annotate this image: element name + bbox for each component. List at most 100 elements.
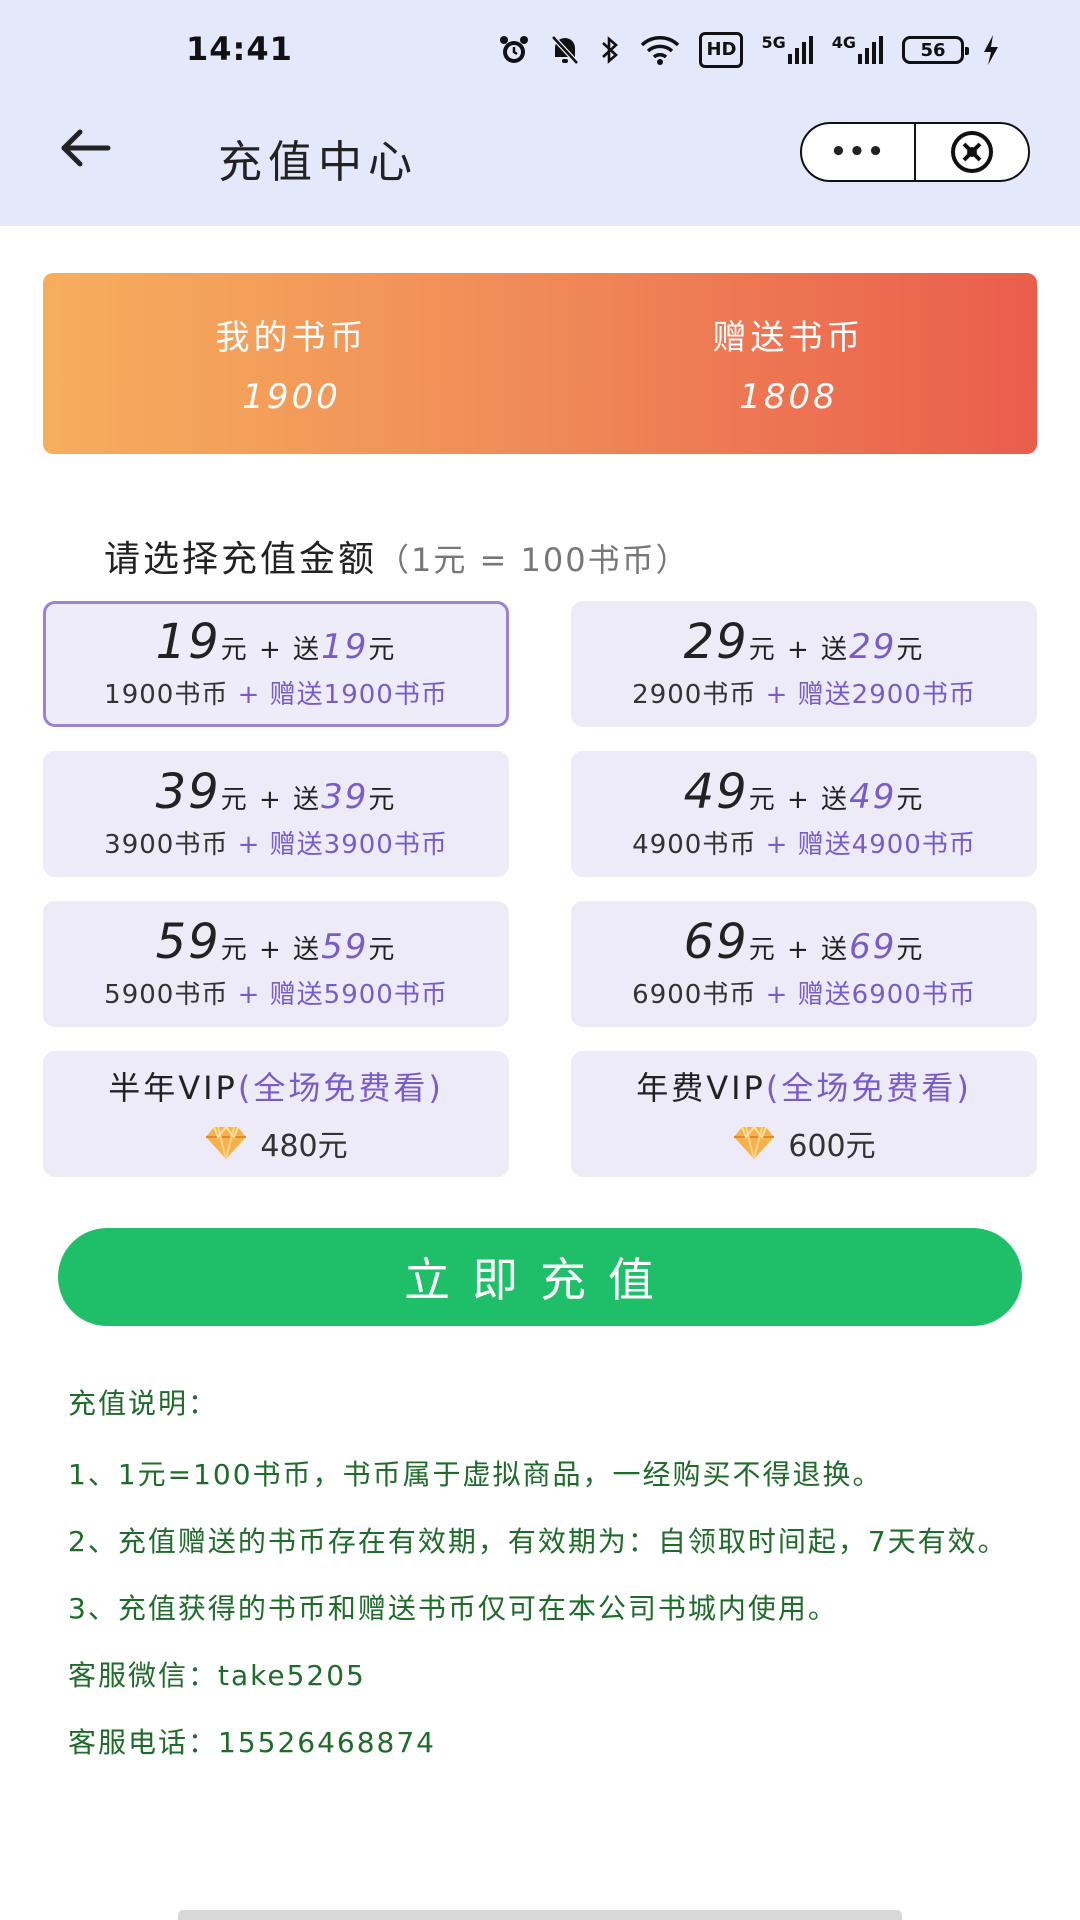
back-button[interactable] [50, 118, 120, 178]
close-circle-icon [951, 131, 993, 173]
option-price-line: 29元 + 送29元 [684, 618, 925, 666]
alarm-icon [497, 32, 531, 68]
option-coins-line: 5900书币 + 赠送5900书币 [104, 974, 448, 1011]
gift-coins-label: 赠送书币 [712, 318, 865, 358]
yuan-label: 元 [896, 634, 925, 665]
option-price-line: 19元 + 送19元 [156, 618, 397, 666]
my-coins-label: 我的书币 [215, 318, 368, 358]
amount-section-title: 请选择充值金额（1元 = 100书币） [104, 530, 690, 582]
plus-gift-label: + 送 [776, 634, 850, 665]
vip-name: 年费VIP [636, 1069, 766, 1107]
battery-icon: 56 [902, 36, 969, 64]
option-19[interactable]: 19元 + 送19元 1900书币 + 赠送1900书币 [43, 601, 509, 727]
vip-desc: (全场免费看) [765, 1069, 972, 1107]
option-coins: 6900书币 [632, 979, 757, 1010]
option-69[interactable]: 69元 + 送69元 6900书币 + 赠送6900书币 [571, 901, 1037, 1027]
option-59[interactable]: 59元 + 送59元 5900书币 + 赠送5900书币 [43, 901, 509, 1027]
vip-name: 半年VIP [108, 1069, 238, 1107]
option-coins-line: 3900书币 + 赠送3900书币 [104, 824, 448, 861]
option-29[interactable]: 29元 + 送29元 2900书币 + 赠送2900书币 [571, 601, 1037, 727]
charging-icon [982, 32, 1000, 68]
option-price-line: 69元 + 送69元 [684, 918, 925, 966]
option-gift: 49 [849, 776, 897, 817]
note-item: 1、1元=100书币，书币属于虚拟商品，一经购买不得退换。 [68, 1458, 883, 1491]
gift-coins: 赠送书币 1808 [540, 273, 1037, 454]
option-49[interactable]: 49元 + 送49元 4900书币 + 赠送4900书币 [571, 751, 1037, 877]
mini-program-capsule: ••• [800, 122, 1030, 182]
signal-4g-icon: 4G [832, 32, 884, 68]
recharge-notes: 充值说明： 1、1元=100书币，书币属于虚拟商品，一经购买不得退换。 2、充值… [68, 1386, 1028, 1792]
option-price: 29 [683, 613, 749, 670]
vip-price: 480元 [260, 1129, 348, 1164]
my-coins-value: 1900 [242, 377, 341, 417]
my-coins: 我的书币 1900 [43, 273, 540, 454]
mute-bell-icon [549, 32, 581, 68]
option-coins-line: 4900书币 + 赠送4900书币 [632, 824, 976, 861]
option-price: 49 [683, 763, 749, 820]
option-coins-line: 2900书币 + 赠送2900书币 [632, 674, 976, 711]
service-wechat: 客服微信：take5205 [68, 1659, 366, 1692]
option-gift: 69 [849, 926, 897, 967]
option-coins: 4900书币 [632, 829, 757, 860]
nav-bar: 充值中心 ••• [0, 100, 1080, 226]
page-title: 充值中心 [218, 137, 418, 188]
option-bonus: + 赠送3900书币 [237, 829, 448, 860]
plus-gift-label: + 送 [776, 934, 850, 965]
balance-card: 我的书币 1900 赠送书币 1808 [43, 273, 1037, 454]
status-icons: HD 5G 4G 56 [497, 30, 1000, 70]
notes-title: 充值说明： [68, 1387, 219, 1420]
yuan-label: 元 [220, 784, 249, 815]
option-price-line: 49元 + 送49元 [684, 768, 925, 816]
option-gift: 29 [849, 626, 897, 667]
status-time: 14:41 [186, 30, 293, 68]
option-coins-line: 6900书币 + 赠送6900书币 [632, 974, 976, 1011]
plus-gift-label: + 送 [776, 784, 850, 815]
gift-coins-value: 1808 [739, 377, 838, 417]
back-arrow-icon [61, 129, 111, 167]
vip-price-line: 480元 [204, 1121, 348, 1165]
yuan-label: 元 [748, 934, 777, 965]
yuan-label: 元 [748, 784, 777, 815]
option-coins: 3900书币 [104, 829, 229, 860]
option-price-line: 59元 + 送59元 [156, 918, 397, 966]
yuan-label: 元 [896, 934, 925, 965]
option-price: 39 [155, 763, 221, 820]
home-indicator[interactable] [178, 1910, 902, 1920]
option-price: 19 [155, 613, 221, 670]
option-gift: 39 [321, 776, 369, 817]
option-vip-half-year[interactable]: 半年VIP(全场免费看) 480元 [43, 1051, 509, 1177]
option-vip-year[interactable]: 年费VIP(全场免费看) 600元 [571, 1051, 1037, 1177]
option-bonus: + 赠送6900书币 [765, 979, 976, 1010]
yuan-label: 元 [368, 934, 397, 965]
wifi-icon [639, 32, 681, 68]
option-coins: 1900书币 [104, 679, 229, 710]
net-4g-label: 4G [831, 33, 856, 52]
note-item: 2、充值赠送的书币存在有效期，有效期为：自领取时间起，7天有效。 [68, 1525, 1008, 1558]
recharge-now-button[interactable]: 立即充值 [58, 1228, 1022, 1326]
yuan-label: 元 [368, 634, 397, 665]
yuan-label: 元 [748, 634, 777, 665]
option-coins: 2900书币 [632, 679, 757, 710]
option-39[interactable]: 39元 + 送39元 3900书币 + 赠送3900书币 [43, 751, 509, 877]
bluetooth-icon [599, 32, 621, 68]
yuan-label: 元 [220, 934, 249, 965]
yuan-label: 元 [220, 634, 249, 665]
diamond-icon [206, 1125, 247, 1160]
option-bonus: + 赠送5900书币 [237, 979, 448, 1010]
vip-price-line: 600元 [732, 1121, 876, 1165]
net-5g-label: 5G [761, 33, 786, 52]
close-button[interactable] [916, 124, 1028, 180]
note-item: 3、充值获得的书币和赠送书币仅可在本公司书城内使用。 [68, 1592, 838, 1625]
more-button[interactable]: ••• [802, 124, 914, 180]
plus-gift-label: + 送 [248, 784, 322, 815]
option-gift: 59 [321, 926, 369, 967]
diamond-icon [734, 1125, 775, 1160]
plus-gift-label: + 送 [248, 634, 322, 665]
option-price-line: 39元 + 送39元 [156, 768, 397, 816]
option-price: 59 [155, 913, 221, 970]
vip-title: 半年VIP(全场免费看) [108, 1063, 444, 1109]
amount-title-text: 请选择充值金额 [104, 539, 378, 580]
vip-price: 600元 [788, 1129, 876, 1164]
vip-desc: (全场免费看) [237, 1069, 444, 1107]
vip-title: 年费VIP(全场免费看) [636, 1063, 972, 1109]
